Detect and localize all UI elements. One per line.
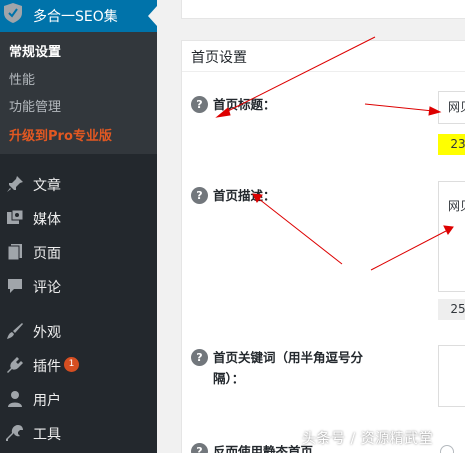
previous-settings-box <box>181 0 465 19</box>
wrench-icon <box>6 425 23 441</box>
pin-icon <box>7 176 23 192</box>
home-keywords-label: 首页关键词（用半角逗号分 <box>213 350 364 365</box>
menu-label: 文章 <box>33 178 61 194</box>
menu-item-pages[interactable]: 页面 <box>0 235 157 269</box>
help-icon[interactable]: ? <box>191 349 208 366</box>
menu-label: 页面 <box>33 246 61 262</box>
home-description-label: 首页描述： <box>213 188 276 203</box>
title-char-counter: 23 <box>438 134 465 155</box>
menu-item-plugins[interactable]: 插件 1 <box>0 348 157 382</box>
plugin-submenu: 常规设置 性能 功能管理 升级到Pro专业版 <box>0 32 157 154</box>
homepage-settings-box: 首页设置 ? 首页标题： 网贝 23 ? 首页描述： 网贝 25 ? 首页关键词… <box>181 40 465 453</box>
submenu-item-general-settings[interactable]: 常规设置 <box>9 41 61 60</box>
media-icon <box>7 209 24 224</box>
menu-label: 评论 <box>33 280 61 296</box>
home-title-label: 首页标题： <box>213 97 276 112</box>
box-title: 首页设置 <box>191 50 247 66</box>
description-char-counter: 25 <box>438 299 465 320</box>
home-title-input[interactable]: 网贝 <box>438 91 465 124</box>
menu-item-media[interactable]: 媒体 <box>0 201 157 235</box>
brush-icon <box>7 323 23 339</box>
menu-label: 用户 <box>33 393 61 409</box>
shield-icon <box>4 3 22 23</box>
menu-item-tools[interactable]: 工具 <box>0 416 157 450</box>
menu-label: 插件 <box>33 359 61 375</box>
home-keywords-label-cont: 隔）： <box>213 371 245 386</box>
plugin-icon <box>7 357 23 373</box>
user-icon <box>8 391 22 407</box>
submenu-item-feature-manager[interactable]: 功能管理 <box>9 96 61 115</box>
submenu-item-upgrade-pro[interactable]: 升级到Pro专业版 <box>9 125 112 144</box>
menu-label: 媒体 <box>33 212 61 228</box>
menu-item-posts[interactable]: 文章 <box>0 167 157 201</box>
menu-label: 工具 <box>33 427 61 443</box>
page-icon <box>7 244 22 261</box>
menu-item-users[interactable]: 用户 <box>0 382 157 416</box>
plugin-menu-title: 多合一SEO集 <box>33 9 118 25</box>
box-divider <box>182 71 465 72</box>
current-menu-pointer <box>148 6 157 26</box>
help-icon[interactable]: ? <box>191 96 208 113</box>
help-icon[interactable]: ? <box>191 187 208 204</box>
home-description-textarea[interactable]: 网贝 <box>438 181 465 292</box>
menu-item-comments[interactable]: 评论 <box>0 269 157 303</box>
menu-item-appearance[interactable]: 外观 <box>0 314 157 348</box>
help-icon[interactable]: ? <box>191 443 208 453</box>
home-keywords-textarea[interactable] <box>438 345 465 407</box>
main-content: 首页设置 ? 首页标题： 网贝 23 ? 首页描述： 网贝 25 ? 首页关键词… <box>157 0 465 453</box>
plugin-menu-header[interactable]: 多合一SEO集 <box>0 0 157 32</box>
admin-sidebar: 多合一SEO集 常规设置 性能 功能管理 升级到Pro专业版 文章 媒体 页面 … <box>0 0 157 453</box>
comment-icon <box>8 279 22 293</box>
watermark-text: 头条号 / 资源精武堂 <box>302 431 434 447</box>
update-count-badge: 1 <box>64 357 79 372</box>
use-static-homepage-label: 反而使用静态首页 <box>213 444 314 453</box>
submenu-item-performance[interactable]: 性能 <box>9 69 35 88</box>
static-homepage-radio[interactable] <box>440 445 454 453</box>
menu-label: 外观 <box>33 325 61 341</box>
